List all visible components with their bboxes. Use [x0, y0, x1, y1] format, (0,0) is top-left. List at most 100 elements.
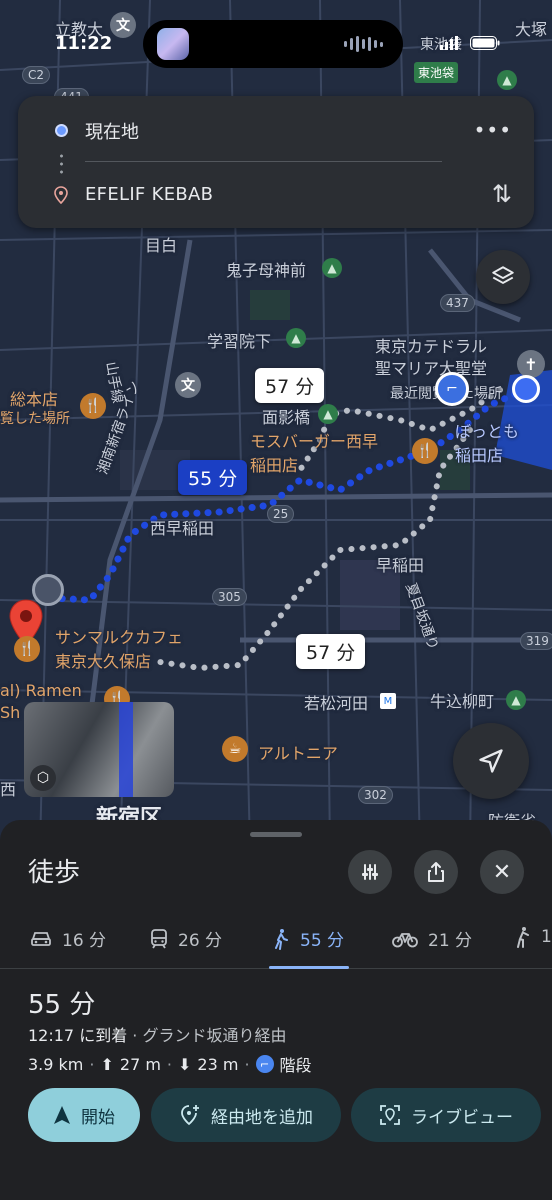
tab-bike[interactable]: 21 分 [392, 926, 472, 951]
map-label: サンマルクカフェ 東京大久保店 [55, 628, 184, 671]
route-distance: 3.9 km [28, 1054, 84, 1074]
share-button[interactable] [414, 850, 458, 894]
route-descent: 23 m [197, 1054, 239, 1074]
route-stats: 3.9 km · ⬆ 27 m · ⬇ 23 m · ⌐ 階段 [28, 1052, 312, 1076]
park-icon: ▲ [506, 690, 526, 710]
live-view-label: ライブビュー [411, 1107, 513, 1128]
drag-handle[interactable] [250, 832, 302, 837]
sheet-title: 徒歩 [28, 858, 81, 888]
map-label: 目白 [145, 236, 178, 255]
close-icon: ✕ [492, 859, 512, 885]
field-divider [85, 161, 442, 162]
school-icon: 文 [110, 12, 136, 38]
route-arrival: 12:17 に到着 · グランド坂通り経由 [28, 1022, 286, 1046]
tab-other[interactable]: 1 [515, 926, 552, 948]
route-via: · グランド坂通り経由 [127, 1026, 287, 1045]
map-label: 若松河田 [304, 694, 369, 713]
restaurant-icon: 🍴 [14, 636, 40, 662]
church-icon: ✝ [517, 350, 545, 378]
walk-icon [275, 928, 288, 950]
map-label: 西 [0, 780, 17, 799]
navigate-icon [479, 749, 503, 773]
bike-icon [392, 932, 418, 947]
map-label: アルトニア [258, 744, 338, 763]
map-label: 面影橋 [262, 408, 311, 427]
school-icon: 文 [175, 372, 201, 398]
cube-icon: ⬡ [30, 765, 56, 791]
more-icon[interactable]: ••• [474, 118, 512, 142]
tab-label: 1 [541, 927, 552, 947]
add-location-icon [181, 1105, 199, 1126]
destination-pin-icon [54, 186, 68, 204]
road-shield: C2 [22, 66, 51, 84]
separator: · [89, 1054, 95, 1074]
origin-dot-icon [55, 124, 68, 137]
street-view-thumbnail[interactable]: ⬡ [24, 702, 174, 797]
swap-icon[interactable]: ⇅ [492, 180, 512, 208]
share-icon [428, 862, 444, 882]
tab-walk[interactable]: 55 分 [272, 926, 344, 951]
car-icon [31, 931, 51, 946]
separator: · [244, 1054, 250, 1074]
transit-icon [151, 928, 167, 948]
map-label: 総本店 [10, 390, 59, 409]
travel-mode-tabs: 16 分 26 分 55 分 21 分 1 [0, 912, 552, 968]
separator: · [166, 1054, 173, 1074]
subway-icon: M [380, 693, 396, 709]
route-time-bubble[interactable]: 57 分 [255, 368, 325, 403]
tab-label: 16 分 [62, 931, 107, 951]
directions-card: 現在地 EFELIF KEBAB ••• ⇅ [18, 96, 534, 228]
destination-field[interactable]: EFELIF KEBAB [85, 184, 213, 205]
layers-button[interactable] [476, 250, 530, 304]
road-shield: 319 [520, 632, 552, 650]
person-icon [517, 927, 529, 948]
app-icon [157, 28, 189, 60]
navigate-button[interactable] [453, 723, 529, 799]
add-stop-button[interactable]: 経由地を追加 [151, 1088, 341, 1142]
route-dots-icon [60, 152, 63, 176]
road-shield: 437 [440, 294, 475, 312]
route-duration: 55 分 [28, 990, 96, 1020]
road-shield: 305 [212, 588, 247, 606]
origin-field[interactable]: 現在地 [85, 118, 139, 144]
map-label: ぼっとも 稲田店 [455, 422, 520, 465]
route-time-bubble[interactable]: 57 分 [296, 634, 366, 669]
active-tab-indicator [269, 966, 349, 969]
tab-car[interactable]: 16 分 [30, 926, 106, 951]
tab-transit[interactable]: 26 分 [150, 926, 222, 951]
dynamic-island[interactable] [143, 20, 403, 68]
current-location-dot [512, 375, 540, 403]
tab-label: 26 分 [178, 931, 223, 951]
station-badge: 東池袋 [414, 62, 459, 83]
route-stripe [119, 702, 133, 797]
tab-label: 21 分 [428, 931, 473, 951]
restaurant-icon: 🍴 [80, 393, 106, 419]
map-label: 牛込柳町 [430, 692, 495, 711]
filter-button[interactable] [348, 850, 392, 894]
down-arrow-icon: ⬇ [178, 1054, 192, 1074]
road-shield: 302 [358, 786, 393, 804]
map-label: 鬼子母神前 [226, 261, 307, 280]
map-label: 大塚 [515, 20, 548, 39]
start-label: 開始 [81, 1107, 115, 1128]
park-icon: ▲ [318, 404, 338, 424]
live-view-button[interactable]: ライブビュー [351, 1088, 541, 1142]
status-time: 11:22 [55, 33, 113, 54]
park-icon: ▲ [322, 258, 342, 278]
live-view-icon [380, 1105, 400, 1125]
map-label: 東京カテドラル 聖マリア大聖堂 [375, 337, 488, 378]
arrival-time: 12:17 に到着 [28, 1026, 128, 1045]
map-label: 覧した場所 [0, 411, 70, 427]
battery-icon [470, 36, 500, 50]
route-stairs: 階段 [279, 1056, 312, 1075]
road-shield: 25 [267, 505, 295, 523]
directions-sheet: 徒歩 ✕ 16 分 26 分 55 分 21 分 1 55 分 12:17 に到… [0, 820, 552, 1200]
map-label: 学習院下 [207, 332, 272, 351]
stairs-icon: ⌐ [255, 1055, 274, 1073]
close-button[interactable]: ✕ [480, 850, 524, 894]
audio-wave-icon [344, 36, 383, 52]
start-button[interactable]: 開始 [28, 1088, 140, 1142]
route-time-bubble-selected[interactable]: 55 分 [178, 460, 248, 495]
cafe-icon: ☕ [222, 736, 248, 762]
tab-label: 55 分 [300, 931, 345, 951]
